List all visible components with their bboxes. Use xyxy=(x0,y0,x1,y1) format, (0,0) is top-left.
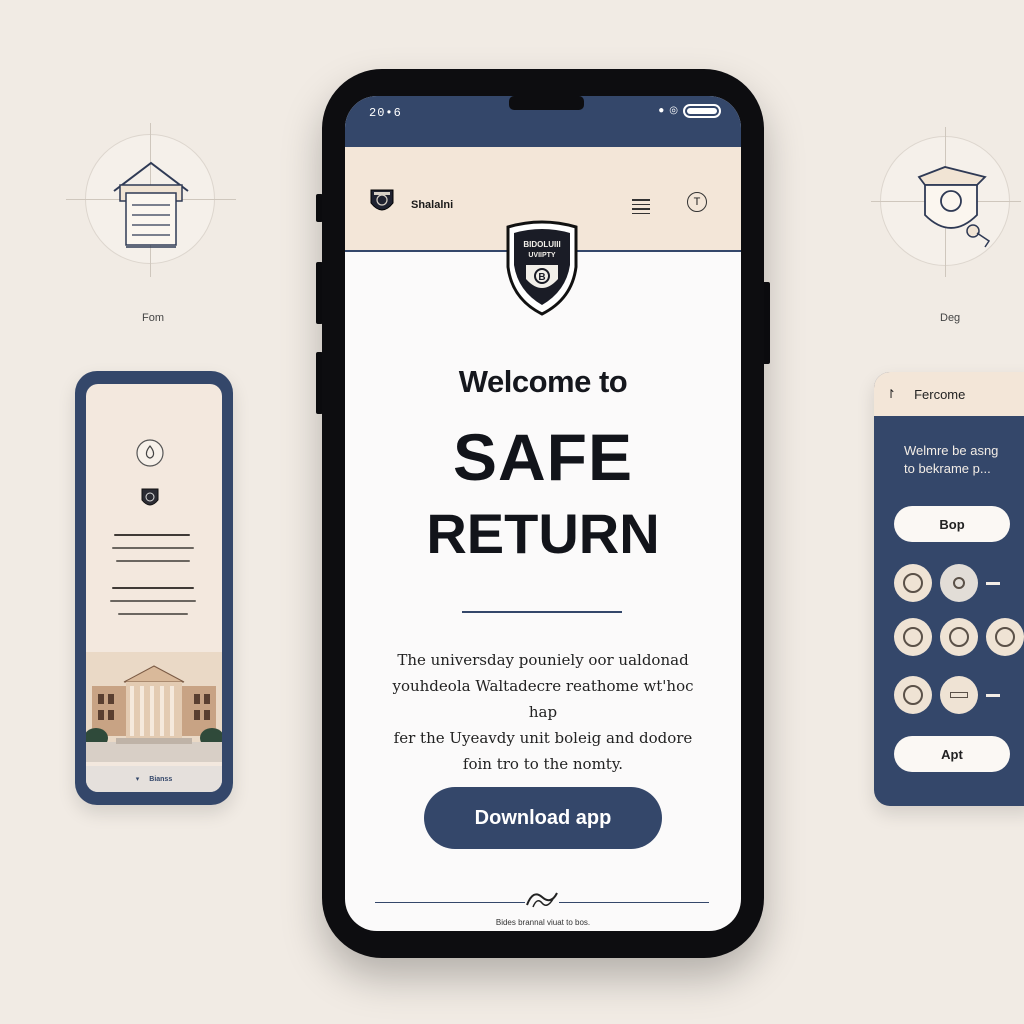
brand-line-1: SAFE xyxy=(452,420,634,494)
description-line: The universday pouniely oor ualdonad xyxy=(397,651,689,669)
right-card-header: ↾ Fercome xyxy=(874,372,1024,416)
option-icon xyxy=(986,618,1024,656)
app-description: The universday pouniely oor ualdonad you… xyxy=(385,647,701,777)
right-card-title: Fercome xyxy=(914,386,966,402)
dash-icon xyxy=(986,581,1000,585)
status-time: 20•6 xyxy=(369,106,402,120)
home-icon-circle xyxy=(66,123,236,277)
right-card-pill-button[interactable]: Bop xyxy=(894,506,1010,542)
divider xyxy=(462,611,622,613)
option-icon xyxy=(894,618,932,656)
text-line xyxy=(112,587,194,589)
download-app-button[interactable]: Download app xyxy=(424,787,662,849)
text-line xyxy=(118,613,188,615)
battery-icon xyxy=(683,104,721,118)
text-line xyxy=(110,600,196,602)
svg-text:B: B xyxy=(538,272,545,283)
crest-text-line: BIDOLUIII xyxy=(523,240,560,249)
right-card-pill-button[interactable]: Apt xyxy=(894,736,1010,772)
main-phone: 20•6 ● ◎ Shalalni T BIDOLUIII UVIIPTY B … xyxy=(322,69,764,958)
back-arrow-icon[interactable]: ↾ xyxy=(886,387,896,401)
chevron-down-icon: ▾ xyxy=(135,776,140,783)
shield-badge-icon xyxy=(917,166,991,248)
shield-logo-icon[interactable] xyxy=(369,187,395,217)
description-line: foin tro to the nomty. xyxy=(462,755,624,773)
welcome-heading: Welcome to xyxy=(458,364,628,399)
header-title: Shalalni xyxy=(411,199,454,211)
university-building-illustration xyxy=(86,652,222,762)
right-preview-card: ↾ Fercome Welmre be asng to bekrame p...… xyxy=(874,372,1024,806)
text-line xyxy=(116,560,190,562)
option-icon xyxy=(940,564,978,602)
wifi-icon: ◎ xyxy=(669,106,678,117)
location-icon: ● xyxy=(658,105,665,117)
crest-text-line: UVIIPTY xyxy=(528,252,556,259)
option-icon xyxy=(940,618,978,656)
footer-divider-left xyxy=(375,902,525,903)
option-icon xyxy=(894,676,932,714)
description-line: fer the Uyeavdy unit boleig and dodore xyxy=(393,729,693,747)
info-icon[interactable]: T xyxy=(687,192,707,212)
shield-logo-icon xyxy=(141,488,159,506)
house-icon xyxy=(113,161,189,248)
left-footer-label: Bianss xyxy=(149,775,173,783)
right-card-text-line: to bekrame p... xyxy=(904,461,991,476)
right-card-text-line: Welmre be asng xyxy=(904,443,999,458)
main-phone-screen: 20•6 ● ◎ Shalalni T BIDOLUIII UVIIPTY B … xyxy=(345,96,741,931)
right-caption: Deg xyxy=(940,312,961,324)
option-row[interactable] xyxy=(894,676,1000,714)
status-icons: ● ◎ xyxy=(658,104,721,118)
dash-icon xyxy=(986,693,1000,697)
menu-icon[interactable] xyxy=(632,199,650,214)
left-caption: Fom xyxy=(142,312,164,324)
notch xyxy=(509,96,584,110)
water-drop-icon xyxy=(136,439,164,467)
option-row[interactable] xyxy=(894,564,1000,602)
left-preview-screen: ▾ Bianss xyxy=(86,384,222,792)
badge-icon-circle xyxy=(871,127,1021,277)
left-preview-footer: ▾ Bianss xyxy=(86,766,222,792)
text-line xyxy=(112,547,194,549)
option-row[interactable] xyxy=(894,618,1024,656)
footer-text: Bides brannal viuat to bos. xyxy=(495,918,591,927)
university-crest-logo: BIDOLUIII UVIIPTY B xyxy=(506,220,578,316)
left-preview-phone: ▾ Bianss xyxy=(75,371,233,805)
description-line: youhdeola Waltadecre reathome wt'hoc hap xyxy=(392,677,694,721)
option-icon xyxy=(940,676,978,714)
handshake-icon xyxy=(526,892,558,908)
footer-divider-right xyxy=(559,902,709,903)
option-icon xyxy=(894,564,932,602)
app-brand-title: SAFE RETURN xyxy=(345,424,741,562)
right-card-message: Welmre be asng to bekrame p... xyxy=(874,416,1024,478)
text-line xyxy=(114,534,190,536)
status-bar: 20•6 ● ◎ xyxy=(345,96,741,147)
brand-line-2: RETURN xyxy=(426,502,660,565)
